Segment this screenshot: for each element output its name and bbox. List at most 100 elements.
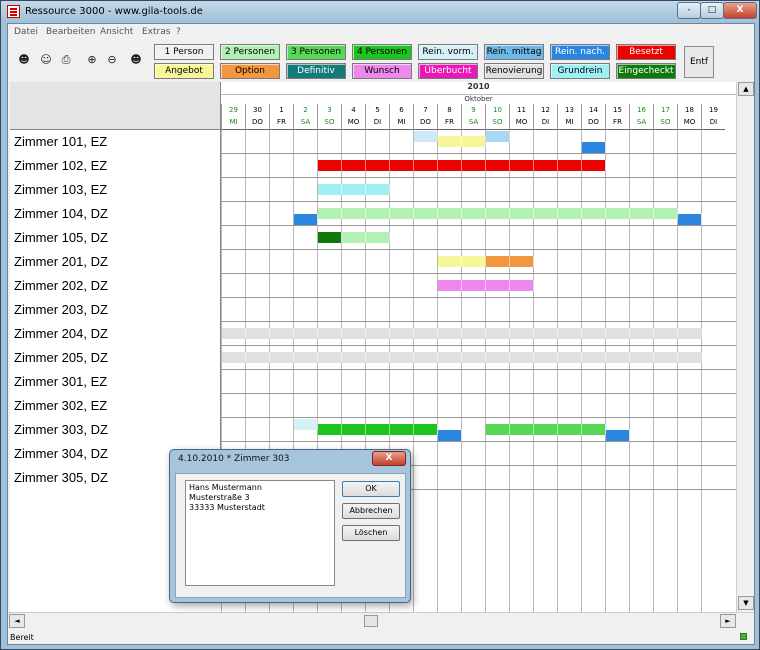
users-icon[interactable]: ☻ [16, 52, 32, 68]
booking-segment [222, 328, 246, 339]
booking-segment [534, 160, 558, 171]
booking-bar[interactable] [438, 136, 486, 147]
booking-segment [582, 160, 606, 171]
booking-segment [390, 424, 414, 435]
booking-bar[interactable] [222, 328, 702, 339]
legend-button-rein-mittag[interactable]: Rein. mittag [484, 44, 544, 60]
booking-bar[interactable] [318, 208, 678, 219]
legend-button-grundrein[interactable]: Grundrein [550, 63, 610, 79]
booking-bar[interactable] [438, 280, 534, 291]
booking-bar[interactable] [342, 232, 390, 243]
menu-help[interactable]: ? [176, 27, 181, 37]
day-column-header: 9 SA [461, 104, 485, 130]
maximize-button[interactable]: □ [700, 2, 724, 19]
day-number: 4 [351, 106, 356, 114]
legend-button-besetzt[interactable]: Besetzt [616, 44, 676, 60]
horizontal-scrollbar[interactable]: ◄ ► [8, 612, 754, 628]
legend-button-wunsch[interactable]: Wunsch [352, 63, 412, 79]
legend-button-option[interactable]: Option [220, 63, 280, 79]
booking-segment [342, 352, 366, 363]
room-label: Zimmer 202, DZ [10, 274, 221, 298]
menu-ansicht[interactable]: Ansicht [100, 27, 133, 37]
cancel-button[interactable]: Abbrechen [342, 503, 400, 519]
room-row[interactable]: Zimmer 302, EZ [10, 394, 736, 418]
booking-bar[interactable] [294, 419, 318, 430]
dialog-close-button[interactable]: X [372, 451, 406, 466]
delete-booking-button[interactable]: Löschen [342, 525, 400, 541]
booking-bar[interactable] [438, 430, 462, 441]
booking-segment [414, 352, 438, 363]
legend-button-renovierung[interactable]: Renovierung [484, 63, 544, 79]
title-bar[interactable]: Ressource 3000 - www.gila-tools.de - □ X [1, 1, 759, 23]
booking-segment [390, 328, 414, 339]
booking-segment [294, 419, 318, 430]
legend-button-rein-nach-[interactable]: Rein. nach. [550, 44, 610, 60]
booking-segment [294, 214, 318, 225]
legend-button-3-personen[interactable]: 3 Personen [286, 44, 346, 60]
menu-extras[interactable]: Extras [142, 27, 170, 37]
booking-bar[interactable] [318, 232, 342, 243]
legend-button-1-person[interactable]: 1 Person [154, 44, 214, 60]
scroll-up-button[interactable]: ▲ [738, 82, 754, 96]
booking-bar[interactable] [438, 256, 486, 267]
minimize-button[interactable]: - [677, 2, 701, 19]
booking-bar[interactable] [486, 256, 534, 267]
room-row[interactable]: Zimmer 201, DZ [10, 250, 736, 274]
booking-bar[interactable] [318, 184, 390, 195]
day-name: SO [660, 118, 671, 126]
legend-button-definitiv[interactable]: Definitiv [286, 63, 346, 79]
scroll-thumb[interactable] [364, 615, 378, 627]
legend-button-angebot[interactable]: Angebot [154, 63, 214, 79]
status-text: Bereit [10, 633, 34, 642]
legend-button-eingecheckt[interactable]: Eingecheckt [616, 63, 676, 79]
zoom-out-icon[interactable]: ⊖ [104, 52, 120, 68]
booking-bar[interactable] [318, 424, 438, 435]
booking-segment [318, 160, 342, 171]
day-name: DI [541, 118, 550, 126]
booking-bar[interactable] [414, 131, 438, 142]
booking-segment [678, 328, 702, 339]
users-help-icon[interactable]: ☻ [128, 52, 144, 68]
booking-bar[interactable] [222, 352, 702, 363]
zoom-in-icon[interactable]: ⊕ [84, 52, 100, 68]
room-row[interactable]: Zimmer 202, DZ [10, 274, 736, 298]
legend-button-rein-vorm-[interactable]: Rein. vorm. [418, 44, 478, 60]
day-name: DI [709, 118, 718, 126]
delete-button[interactable]: Entf [684, 46, 714, 78]
room-row[interactable]: Zimmer 301, EZ [10, 370, 736, 394]
day-number: 9 [471, 106, 476, 114]
scroll-right-button[interactable]: ► [720, 614, 736, 628]
print-icon[interactable]: ⎙ [58, 52, 74, 68]
day-name: SO [324, 118, 335, 126]
scroll-down-button[interactable]: ▼ [738, 596, 754, 610]
menu-bearbeiten[interactable]: Bearbeiten [46, 27, 95, 37]
menu-datei[interactable]: Datei [14, 27, 38, 37]
legend-button-4-personen[interactable]: 4 Personen [352, 44, 412, 60]
users-edit-icon[interactable]: ☺ [38, 52, 54, 68]
day-number: 8 [447, 106, 452, 114]
booking-bar[interactable] [678, 214, 702, 225]
booking-bar[interactable] [486, 131, 510, 142]
booking-segment [366, 328, 390, 339]
legend-button-2-personen[interactable]: 2 Personen [220, 44, 280, 60]
booking-bar[interactable] [606, 430, 630, 441]
vertical-scrollbar[interactable]: ▲ ▼ [736, 82, 754, 612]
scroll-left-button[interactable]: ◄ [9, 614, 25, 628]
booking-bar[interactable] [582, 142, 606, 153]
address-textarea[interactable]: Hans Mustermann Musterstraße 3 33333 Mus… [185, 480, 335, 586]
day-column-header: 4 MO [341, 104, 365, 130]
room-row[interactable]: Zimmer 203, DZ [10, 298, 736, 322]
booking-bar[interactable] [486, 424, 606, 435]
booking-segment [438, 208, 462, 219]
legend-button--berbucht[interactable]: Überbucht [418, 63, 478, 79]
booking-bar[interactable] [294, 214, 318, 225]
booking-segment [390, 160, 414, 171]
booking-segment [486, 256, 510, 267]
day-number: 17 [661, 106, 670, 114]
booking-segment [558, 424, 582, 435]
close-button[interactable]: X [723, 2, 757, 19]
booking-segment [606, 352, 630, 363]
ok-button[interactable]: OK [342, 481, 400, 497]
booking-bar[interactable] [318, 160, 606, 171]
room-row[interactable]: Zimmer 101, EZ [10, 130, 736, 154]
